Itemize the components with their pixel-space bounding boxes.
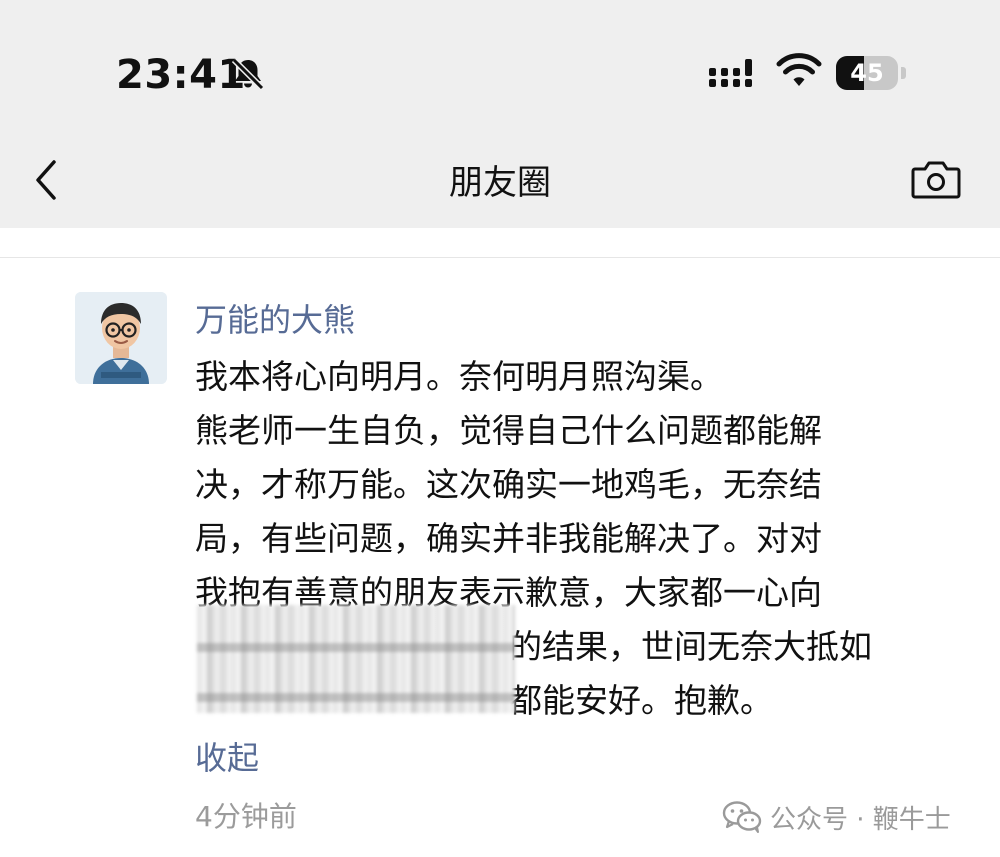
watermark: 公众号 · 鞭牛士 bbox=[722, 797, 951, 837]
post-line: 熊老师一生自负，觉得自己什么问题都能解 bbox=[195, 411, 822, 450]
post-line: 决，才称万能。这次确实一地鸡毛，无奈结 bbox=[195, 465, 822, 504]
blurred-redaction bbox=[197, 605, 515, 713]
battery-label: 45 bbox=[850, 59, 884, 87]
battery-icon: 45 bbox=[836, 56, 908, 90]
wechat-icon bbox=[722, 801, 762, 833]
camera-icon[interactable] bbox=[910, 158, 962, 200]
divider bbox=[0, 257, 1000, 258]
post-line: 我本将心向明月。奈何明月照沟渠。 bbox=[195, 357, 723, 396]
bell-muted-icon bbox=[231, 57, 265, 91]
author-name[interactable]: 万能的大熊 bbox=[195, 295, 355, 341]
top-header: 23:41 45 朋友圈 bbox=[0, 0, 1000, 228]
post-line: 局，有些问题，确实并非我能解决了。对对 bbox=[195, 519, 822, 558]
status-time: 23:41 bbox=[116, 52, 246, 98]
watermark-text: 公众号 · 鞭牛士 bbox=[770, 804, 951, 835]
wifi-icon bbox=[776, 53, 822, 86]
post-timestamp: 4分钟前 bbox=[195, 800, 297, 833]
avatar[interactable] bbox=[75, 292, 167, 384]
signal-icon bbox=[709, 59, 752, 87]
collapse-link[interactable]: 收起 bbox=[195, 733, 259, 779]
page-title: 朋友圈 bbox=[449, 163, 551, 203]
